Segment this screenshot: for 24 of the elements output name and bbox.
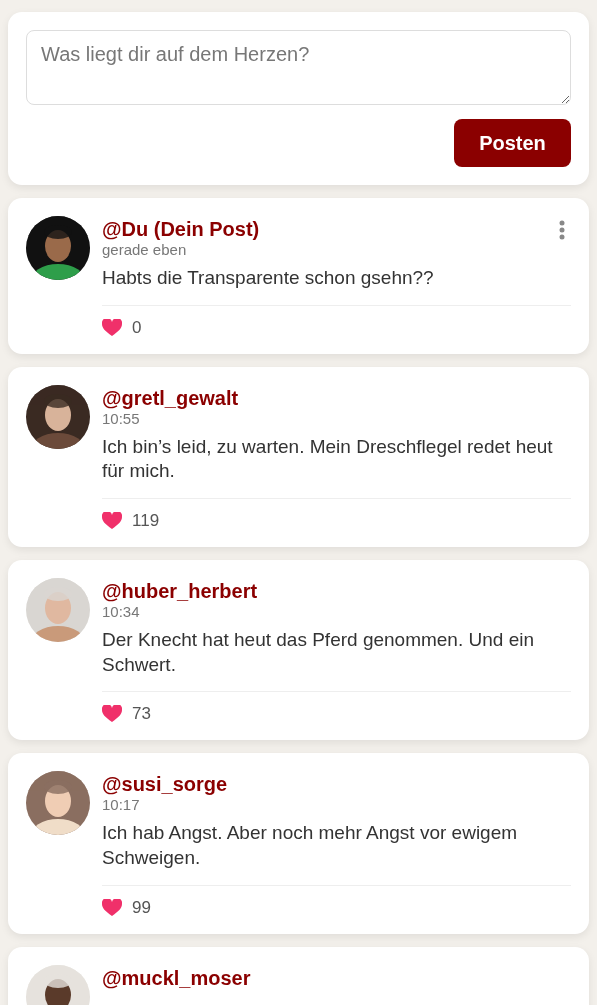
like-count: 119 xyxy=(132,511,160,532)
post-text: Ich hab Angst. Aber noch mehr Angst vor ewigem Schweigen. xyxy=(102,821,519,871)
post-time: 10:55 xyxy=(102,409,140,427)
post-author[interactable]: @gretl_gewalt xyxy=(102,386,239,410)
post-input-field[interactable]: Was liegt dir auf dem Herzen? xyxy=(26,30,571,105)
heart-icon[interactable] xyxy=(102,512,122,531)
heart-icon[interactable] xyxy=(102,318,122,337)
post-button[interactable]: Posten xyxy=(454,119,571,167)
heart-icon[interactable] xyxy=(102,705,122,724)
post-text: Der Knecht hat heut das Pferd genommen. Und ein Schwert. xyxy=(102,628,535,677)
post-time: 10:17 xyxy=(102,796,140,814)
post-author[interactable]: @Du (Dein Post) xyxy=(102,218,260,241)
like-count: 73 xyxy=(132,704,151,725)
post-author[interactable]: @susi_sorge xyxy=(102,773,228,797)
like-count: 99 xyxy=(132,897,151,918)
like-count: 0 xyxy=(132,317,142,338)
post-text: Habts die Transparente schon gsehn?? xyxy=(102,266,435,290)
post-time: 10:34 xyxy=(102,603,140,621)
post-text: Ich bin’s leid, zu warten. Mein Dreschflegel redet heut für mich. xyxy=(102,434,554,484)
post-author[interactable]: @muckl_moser xyxy=(102,966,251,990)
post-time: gerade eben xyxy=(102,241,187,258)
post-author[interactable]: @huber_herbert xyxy=(102,580,258,604)
more-options-icon[interactable] xyxy=(559,220,565,240)
heart-icon[interactable] xyxy=(102,898,122,917)
